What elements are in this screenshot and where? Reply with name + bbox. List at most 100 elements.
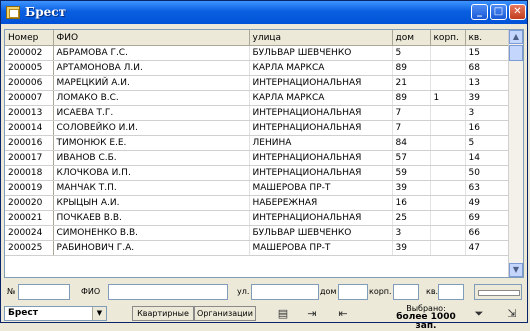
filter-house-label: дом (320, 287, 337, 296)
filter-corp-label: корп. (369, 287, 392, 296)
col-header-house[interactable]: дом (392, 30, 431, 46)
city-select[interactable]: Брест ▼ (4, 306, 107, 321)
scroll-up-button[interactable]: ▲ (509, 30, 523, 44)
col-header-corp[interactable]: корп. (430, 30, 466, 46)
cell-number: 200014 (5, 120, 54, 136)
filter-apt-label: кв. (426, 287, 439, 296)
table-row[interactable]: 200024 СИМОНЕНКО В.В. БУЛЬВАР ШЕВЧЕНКО 3 66 (5, 225, 512, 241)
apartments-button[interactable]: Квартирные (132, 306, 194, 321)
chevron-down-icon[interactable]: ▼ (92, 307, 106, 320)
city-select-value: Брест (8, 308, 38, 318)
status-bar: Брест ▼ Квартирные Организации ▤ ⇥ ⇤ Выб… (1, 304, 527, 331)
table-row[interactable]: 200019 МАНЧАК Т.П. МАШЕРОВА ПР-Т 39 63 (5, 180, 512, 196)
cell-fio: ПОЧКАЕВ В.В. (53, 210, 250, 226)
cell-number: 200018 (5, 165, 54, 181)
cell-fio: ТИМОНЮК Е.Е. (53, 135, 250, 151)
cell-street: ИНТЕРНАЦИОНАЛЬНАЯ (249, 210, 393, 226)
cell-street: ИНТЕРНАЦИОНАЛЬНАЯ (249, 150, 393, 166)
cell-fio: АРТАМОНОВА Л.И. (53, 60, 250, 76)
cell-corp (430, 135, 466, 151)
cell-house: 3 (392, 225, 431, 241)
table-row[interactable]: 200021 ПОЧКАЕВ В.В. ИНТЕРНАЦИОНАЛЬНАЯ 25 69 (5, 210, 512, 226)
col-header-street[interactable]: улица (249, 30, 393, 46)
cell-corp (430, 120, 466, 136)
cell-house: 7 (392, 105, 431, 121)
doc-back-icon[interactable]: ⇤ (335, 306, 351, 321)
organizations-button[interactable]: Организации (194, 306, 256, 321)
cell-street: КАРЛА МАРКСА (249, 90, 393, 106)
cell-number: 200016 (5, 135, 54, 151)
cell-fio: ЛОМАКО В.С. (53, 90, 250, 106)
exit-icon[interactable]: ⇲ (504, 306, 520, 321)
scroll-thumb[interactable] (509, 45, 523, 61)
filter-house-input[interactable] (338, 284, 368, 300)
title-bar[interactable]: Брест _ □ ✕ (1, 1, 527, 24)
close-button[interactable]: ✕ (509, 4, 526, 20)
cell-house: 84 (392, 135, 431, 151)
table-row[interactable]: 200017 ИВАНОВ С.Б. ИНТЕРНАЦИОНАЛЬНАЯ 57 14 (5, 150, 512, 166)
cell-street: ИНТЕРНАЦИОНАЛЬНАЯ (249, 165, 393, 181)
doc-arrow-icon[interactable]: ⇥ (304, 306, 320, 321)
cell-street: КАРЛА МАРКСА (249, 60, 393, 76)
cell-house: 16 (392, 195, 431, 211)
cell-fio: МАРЕЦКИЙ А.И. (53, 75, 250, 91)
filter-street-input[interactable] (251, 284, 319, 300)
col-header-apt[interactable]: кв. (465, 30, 512, 46)
table-row[interactable]: 200025 РАБИНОВИЧ Г.А. МАШЕРОВА ПР-Т 39 47 (5, 240, 512, 256)
cell-house: 7 (392, 120, 431, 136)
table-row[interactable]: 200014 СОЛОВЕЙКО И.И. ИНТЕРНАЦИОНАЛЬНАЯ 7 16 (5, 120, 512, 136)
cell-corp (430, 60, 466, 76)
selected-count: Выбрано: более 1000 зап. (385, 304, 467, 331)
table-row[interactable]: 200013 ИСАЕВА Т.Г. ИНТЕРНАЦИОНАЛЬНАЯ 7 3 (5, 105, 512, 121)
cell-apt: 63 (465, 180, 512, 196)
minimize-button[interactable]: _ (471, 4, 488, 20)
table-row[interactable]: 200007 ЛОМАКО В.С. КАРЛА МАРКСА 89 1 39 (5, 90, 512, 106)
cell-house: 59 (392, 165, 431, 181)
cell-fio: МАНЧАК Т.П. (53, 180, 250, 196)
disk-icon[interactable]: ▤ (275, 306, 291, 321)
cell-street: ЛЕНИНА (249, 135, 393, 151)
maximize-button[interactable]: □ (490, 4, 507, 20)
header-row: Номер ФИО улица дом корп. кв. (5, 30, 512, 46)
cell-fio: КЛОЧКОВА И.П. (53, 165, 250, 181)
table-row[interactable]: 200005 АРТАМОНОВА Л.И. КАРЛА МАРКСА 89 68 (5, 60, 512, 76)
cell-fio: СИМОНЕНКО В.В. (53, 225, 250, 241)
cell-corp (430, 105, 466, 121)
filter-apt-input[interactable] (438, 284, 464, 300)
cell-fio: ИСАЕВА Т.Г. (53, 105, 250, 121)
filter-fio-input[interactable] (108, 284, 228, 300)
filter-fio-label: ФИО (81, 287, 101, 296)
cell-apt: 13 (465, 75, 512, 91)
cell-corp (430, 75, 466, 91)
cell-corp (430, 225, 466, 241)
funnel-icon[interactable]: ⏷ (471, 306, 487, 321)
cell-number: 200025 (5, 240, 54, 256)
cell-street: БУЛЬВАР ШЕВЧЕНКО (249, 45, 393, 61)
cell-corp (430, 240, 466, 256)
cell-apt: 50 (465, 165, 512, 181)
selected-value: более 1000 зап. (396, 312, 456, 331)
table-row[interactable]: 200016 ТИМОНЮК Е.Е. ЛЕНИНА 84 5 (5, 135, 512, 151)
filter-street-label: ул. (237, 287, 250, 296)
cell-corp (430, 165, 466, 181)
filter-corp-input[interactable] (393, 284, 419, 300)
col-header-fio[interactable]: ФИО (53, 30, 250, 46)
scroll-down-button[interactable]: ▼ (509, 263, 523, 277)
records-grid[interactable]: Номер ФИО улица дом корп. кв. 200002 АБРА… (4, 29, 524, 278)
cell-apt: 16 (465, 120, 512, 136)
vertical-scrollbar[interactable]: ▲ ▼ (508, 30, 523, 277)
records-table: Номер ФИО улица дом корп. кв. 200002 АБРА… (5, 30, 512, 256)
table-row[interactable]: 200006 МАРЕЦКИЙ А.И. ИНТЕРНАЦИОНАЛЬНАЯ 21 13 (5, 75, 512, 91)
cell-fio: КРЫЦЫН А.И. (53, 195, 250, 211)
cell-fio: АБРАМОВА Г.С. (53, 45, 250, 61)
filter-number-input[interactable] (18, 284, 70, 300)
col-header-number[interactable]: Номер (5, 30, 54, 46)
main-window: Брест _ □ ✕ Номер ФИО улица дом корп. кв… (0, 0, 528, 331)
table-row[interactable]: 200002 АБРАМОВА Г.С. БУЛЬВАР ШЕВЧЕНКО 5 15 (5, 45, 512, 61)
cell-number: 200005 (5, 60, 54, 76)
cell-house: 89 (392, 90, 431, 106)
cell-apt: 39 (465, 90, 512, 106)
table-row[interactable]: 200018 КЛОЧКОВА И.П. ИНТЕРНАЦИОНАЛЬНАЯ 59 50 (5, 165, 512, 181)
table-row[interactable]: 200020 КРЫЦЫН А.И. НАБЕРЕЖНАЯ 16 49 (5, 195, 512, 211)
cell-corp: 1 (430, 90, 466, 106)
